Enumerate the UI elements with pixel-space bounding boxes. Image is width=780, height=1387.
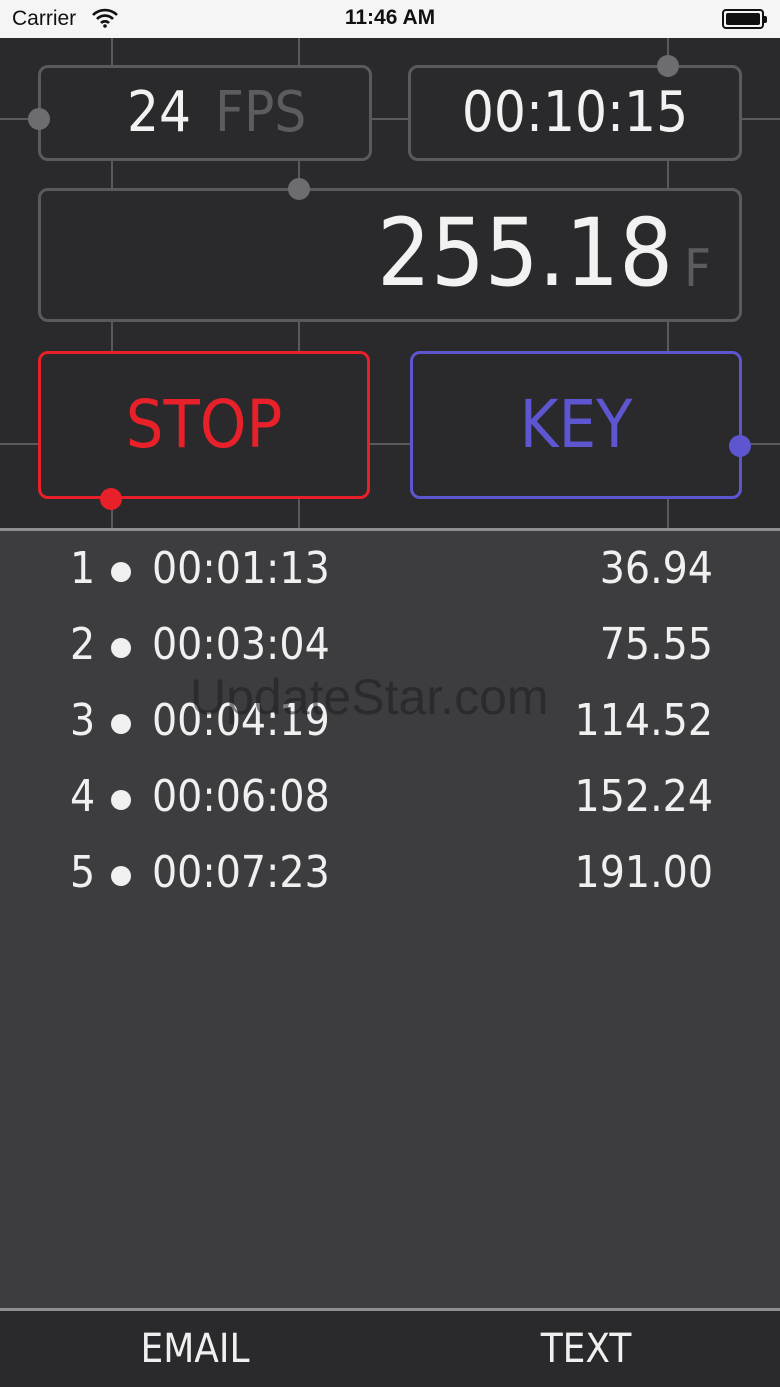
watermark: UpdateStar.com bbox=[190, 669, 549, 725]
list-item[interactable]: 4 00:06:08 152.24 bbox=[0, 759, 780, 835]
mark-index: 2 bbox=[70, 619, 96, 670]
grid-knob bbox=[288, 178, 310, 200]
bullet-icon bbox=[111, 790, 131, 810]
mark-time: 00:06:08 bbox=[152, 771, 330, 822]
mark-index: 1 bbox=[70, 543, 96, 594]
key-knob bbox=[729, 435, 751, 457]
mark-frames: 36.94 bbox=[599, 543, 713, 594]
text-button[interactable]: TEXT bbox=[486, 1311, 686, 1387]
grid-knob bbox=[657, 55, 679, 77]
email-button[interactable]: EMAIL bbox=[95, 1311, 295, 1387]
stop-button[interactable]: STOP bbox=[38, 351, 370, 499]
fps-unit: FPS bbox=[215, 80, 307, 145]
mark-time: 00:07:23 bbox=[152, 847, 330, 898]
battery-icon bbox=[722, 9, 767, 29]
timecode-value: 00:10:15 bbox=[461, 80, 689, 145]
status-bar: Carrier 11:46 AM bbox=[0, 0, 780, 38]
bullet-icon bbox=[111, 866, 131, 886]
mark-index: 4 bbox=[70, 771, 96, 822]
mark-index: 5 bbox=[70, 847, 96, 898]
stop-knob bbox=[100, 488, 122, 510]
key-button[interactable]: KEY bbox=[410, 351, 742, 499]
mark-time: 00:01:13 bbox=[152, 543, 330, 594]
mark-frames: 75.55 bbox=[599, 619, 713, 670]
fps-display[interactable]: 24 FPS bbox=[38, 65, 372, 161]
mark-frames: 191.00 bbox=[574, 847, 713, 898]
bullet-icon bbox=[111, 562, 131, 582]
mark-frames: 152.24 bbox=[574, 771, 713, 822]
bullet-icon bbox=[111, 714, 131, 734]
fps-value: 24 bbox=[127, 80, 192, 145]
timecode-display[interactable]: 00:10:15 bbox=[408, 65, 742, 161]
list-item[interactable]: 1 00:01:13 36.94 bbox=[0, 531, 780, 607]
frames-unit: F bbox=[684, 239, 711, 299]
calculator-panel: 24 FPS 00:10:15 255.18 F STOP KEY bbox=[0, 38, 780, 528]
mark-frames: 114.52 bbox=[574, 695, 713, 746]
status-time: 11:46 AM bbox=[344, 6, 436, 29]
grid-knob bbox=[28, 108, 50, 130]
bullet-icon bbox=[111, 638, 131, 658]
frames-value: 255.18 bbox=[377, 199, 673, 308]
frames-display: 255.18 F bbox=[38, 188, 742, 322]
list-item[interactable]: 5 00:07:23 191.00 bbox=[0, 835, 780, 911]
mark-index: 3 bbox=[70, 695, 96, 746]
mark-time: 00:03:04 bbox=[152, 619, 330, 670]
footer-toolbar: EMAIL TEXT bbox=[0, 1311, 780, 1387]
